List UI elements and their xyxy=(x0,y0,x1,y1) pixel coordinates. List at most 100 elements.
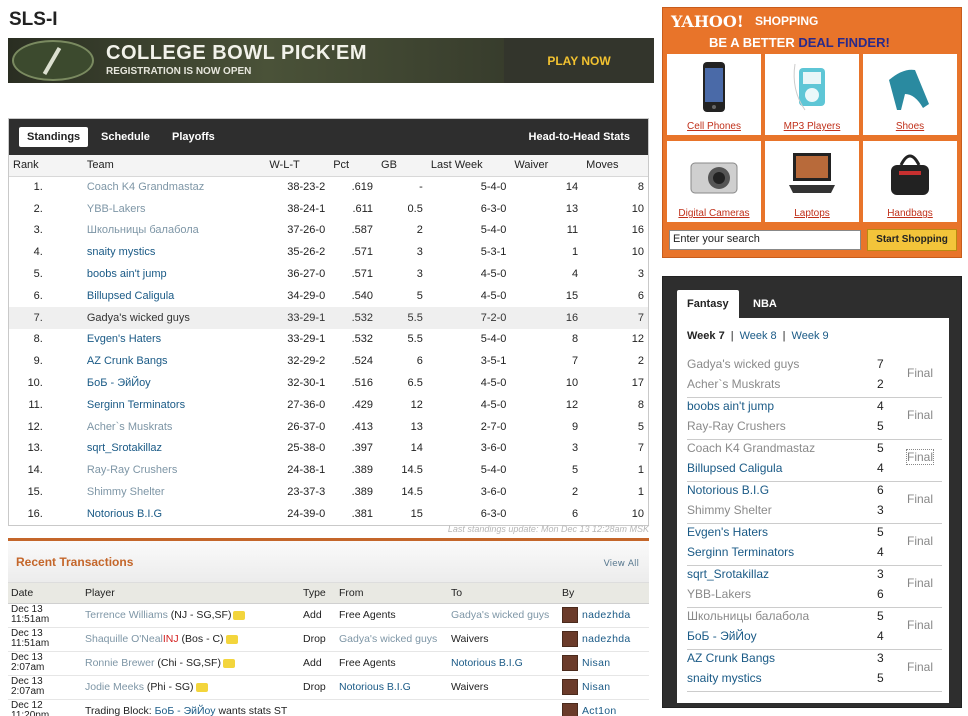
manager-link[interactable]: Nisan xyxy=(582,681,610,693)
product-handbags[interactable]: Handbags xyxy=(863,141,957,222)
manager-link[interactable]: Act1on xyxy=(582,705,617,716)
start-shopping-button[interactable]: Start Shopping xyxy=(867,229,957,251)
tab-playoffs[interactable]: Playoffs xyxy=(172,127,215,147)
transaction-from[interactable]: Gadya's wicked guys xyxy=(336,627,448,652)
team-link[interactable]: Ray-Ray Crushers xyxy=(687,419,786,433)
player-note-icon[interactable] xyxy=(222,658,235,668)
team-link[interactable]: Shimmy Shelter xyxy=(687,503,772,517)
transaction-by[interactable]: nadezhda xyxy=(559,627,649,652)
player-link[interactable]: Ronnie Brewer xyxy=(85,657,154,669)
product-label[interactable]: Digital Cameras xyxy=(667,208,761,219)
team-link[interactable]: AZ Crunk Bangs xyxy=(83,350,266,372)
matchup[interactable]: sqrt_Srotakillaz 3 YBB-Lakers 6 Final xyxy=(687,566,942,608)
col-pct[interactable]: Pct xyxy=(329,155,378,177)
team-link[interactable]: Serginn Terminators xyxy=(687,545,794,559)
team-link[interactable]: Ray-Ray Crushers xyxy=(83,459,266,481)
team-link[interactable]: YBB-Lakers xyxy=(687,587,751,601)
transaction-by[interactable]: Act1on xyxy=(559,699,649,716)
team-link[interactable]: Evgen's Haters xyxy=(687,525,768,539)
col-waiver[interactable]: Waiver xyxy=(510,155,583,177)
week-8-link[interactable]: Week 8 xyxy=(740,330,777,342)
tab-nba[interactable]: NBA xyxy=(753,290,777,318)
final-link[interactable]: Final xyxy=(907,660,933,674)
player-link[interactable]: Jodie Meeks xyxy=(85,681,144,693)
product-shoes[interactable]: Shoes xyxy=(863,54,957,135)
team-link[interactable]: Школьницы балабола xyxy=(687,609,809,623)
team-link[interactable]: AZ Crunk Bangs xyxy=(687,651,775,665)
team-link[interactable]: БоБ - ЭйЙоу xyxy=(155,705,216,716)
col-gb[interactable]: GB xyxy=(377,155,427,177)
final-link[interactable]: Final xyxy=(907,366,933,380)
player-link[interactable]: Shaquille O'Neal xyxy=(85,633,163,645)
col-moves[interactable]: Moves xyxy=(582,155,648,177)
product-label[interactable]: MP3 Players xyxy=(765,121,859,132)
team-link[interactable]: snaity mystics xyxy=(687,671,762,685)
matchup[interactable]: Gadya's wicked guys 7 Acher`s Muskrats 2 Fin… xyxy=(687,356,942,398)
player-note-icon[interactable] xyxy=(225,634,238,644)
final-link[interactable]: Final xyxy=(905,449,935,465)
team-link[interactable]: Billupsed Caligula xyxy=(687,461,782,475)
tab-standings[interactable]: Standings xyxy=(19,127,89,147)
final-link[interactable]: Final xyxy=(907,408,933,422)
team-link[interactable]: boobs ain't jump xyxy=(687,399,774,413)
matchup[interactable]: Notorious B.I.G 6 Shimmy Shelter 3 Final xyxy=(687,482,942,524)
matchup[interactable]: Школьницы балабола 5 БоБ - ЭйЙоу 4 Final xyxy=(687,608,942,650)
transaction-from[interactable]: Notorious B.I.G xyxy=(336,675,448,700)
matchup[interactable]: Evgen's Haters 5 Serginn Terminators 4 Final xyxy=(687,524,942,566)
product-label[interactable]: Handbags xyxy=(863,208,957,219)
matchup[interactable]: boobs ain't jump 4 Ray-Ray Crushers 5 Final xyxy=(687,398,942,440)
final-link[interactable]: Final xyxy=(907,576,933,590)
product-label[interactable]: Cell Phones xyxy=(667,121,761,132)
transaction-by[interactable]: Nisan xyxy=(559,675,649,700)
manager-link[interactable]: Nisan xyxy=(582,657,610,669)
manager-link[interactable]: nadezhda xyxy=(582,633,631,645)
final-link[interactable]: Final xyxy=(907,492,933,506)
player-note-icon[interactable] xyxy=(233,610,246,620)
team-link[interactable]: Shimmy Shelter xyxy=(83,481,266,503)
team-link[interactable]: Evgen's Haters xyxy=(83,329,266,351)
product-laptops[interactable]: Laptops xyxy=(765,141,859,222)
yahoo-shopping-ad[interactable]: YAHOO! SHOPPING BE A BETTER DEAL FINDER!… xyxy=(662,7,962,258)
tab-fantasy[interactable]: Fantasy xyxy=(677,290,739,318)
team-link[interactable]: boobs ain't jump xyxy=(83,263,266,285)
pickem-banner[interactable]: COLLEGE BOWL PICK'EM REGISTRATION IS NOW… xyxy=(8,38,654,83)
product-digital-cameras[interactable]: Digital Cameras xyxy=(667,141,761,222)
transaction-by[interactable]: Nisan xyxy=(559,651,649,676)
product-label[interactable]: Laptops xyxy=(765,208,859,219)
team-link[interactable]: YBB-Lakers xyxy=(83,198,266,220)
team-link[interactable]: Coach K4 Grandmastaz xyxy=(687,441,815,455)
team-link[interactable]: sqrt_Srotakillaz xyxy=(687,567,769,581)
team-link[interactable]: sqrt_Srotakillaz xyxy=(83,438,266,460)
team-link[interactable]: Billupsed Caligula xyxy=(83,285,266,307)
product-cell-phones[interactable]: Cell Phones xyxy=(667,54,761,135)
team-link[interactable]: БоБ - ЭйЙоу xyxy=(83,372,266,394)
week-9-link[interactable]: Week 9 xyxy=(792,330,829,342)
team-link[interactable]: Gadya's wicked guys xyxy=(82,306,266,329)
team-link[interactable]: Notorious B.I.G xyxy=(83,503,266,525)
team-link[interactable]: snaity mystics xyxy=(83,241,266,263)
tab-head-to-head-stats[interactable]: Head-to-Head Stats xyxy=(529,127,630,147)
ad-search-input[interactable]: Enter your search xyxy=(669,230,861,250)
product-label[interactable]: Shoes xyxy=(863,121,957,132)
team-link[interactable]: Notorious B.I.G xyxy=(687,483,769,497)
matchup[interactable]: Coach K4 Grandmastaz 5 Billupsed Caligula 4… xyxy=(687,440,942,482)
product-mp3-players[interactable]: MP3 Players xyxy=(765,54,859,135)
final-link[interactable]: Final xyxy=(907,534,933,548)
col-wlt[interactable]: W-L-T xyxy=(265,155,330,177)
transaction-to[interactable]: Gadya's wicked guys xyxy=(448,603,559,628)
view-all-link[interactable]: View All xyxy=(604,559,639,569)
player-link[interactable]: Terrence Williams xyxy=(85,609,168,621)
col-last-week[interactable]: Last Week xyxy=(426,155,511,177)
matchup[interactable]: AZ Crunk Bangs 3 snaity mystics 5 Final xyxy=(687,650,942,692)
final-link[interactable]: Final xyxy=(907,618,933,632)
manager-link[interactable]: nadezhda xyxy=(582,609,631,621)
player-note-icon[interactable] xyxy=(195,682,208,692)
team-link[interactable]: Acher`s Muskrats xyxy=(687,377,780,391)
col-team[interactable]: Team xyxy=(82,155,266,177)
week-7-link[interactable]: Week 7 xyxy=(687,330,725,342)
team-link[interactable]: Gadya's wicked guys xyxy=(687,357,799,371)
team-link[interactable]: Acher`s Muskrats xyxy=(83,416,266,438)
tab-schedule[interactable]: Schedule xyxy=(101,127,150,147)
transaction-by[interactable]: nadezhda xyxy=(559,603,649,628)
transaction-to[interactable]: Notorious B.I.G xyxy=(448,651,559,676)
